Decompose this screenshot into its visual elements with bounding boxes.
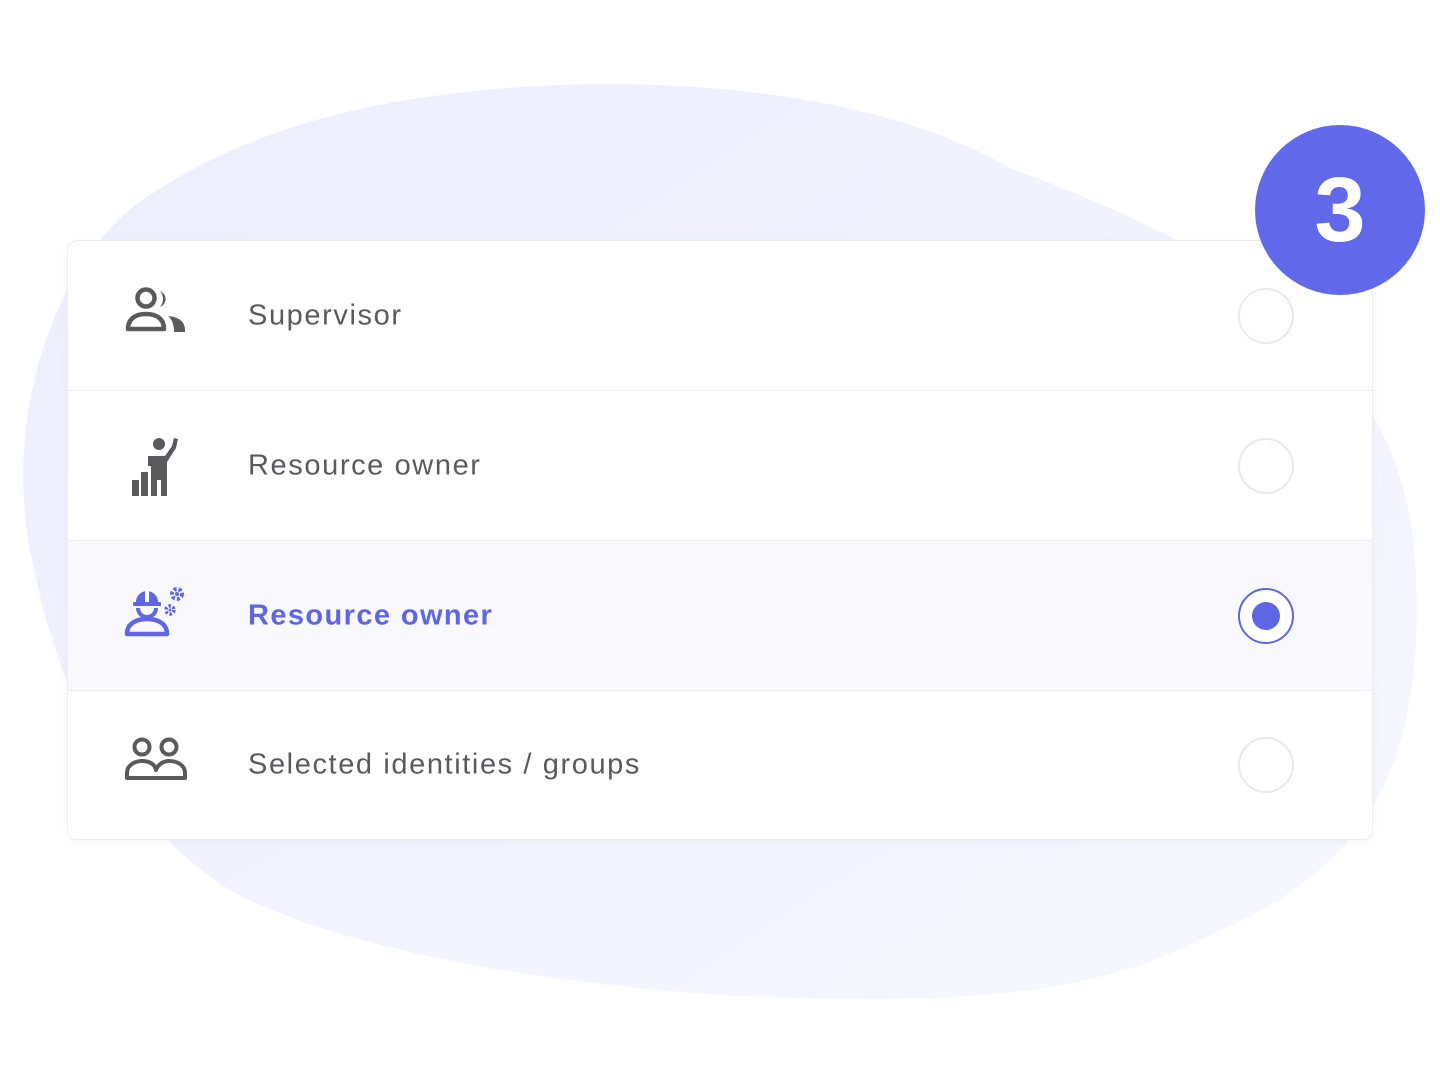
- option-row-resource-owner[interactable]: Resource owner: [68, 391, 1372, 541]
- option-label: Resource owner: [248, 449, 482, 481]
- radio-button-checked[interactable]: [1238, 587, 1294, 644]
- resource-owner-icon: [124, 434, 188, 498]
- option-row-technical-owner[interactable]: Resource owner: [68, 541, 1372, 691]
- radio-button[interactable]: [1238, 287, 1294, 344]
- option-row-selected-identities[interactable]: Selected identities / groups: [68, 691, 1372, 839]
- option-label: Resource owner: [248, 599, 494, 631]
- step-number-badge: 3: [1255, 125, 1425, 295]
- radio-button[interactable]: [1238, 737, 1294, 793]
- option-label: Selected identities / groups: [248, 748, 642, 781]
- supervisor-icon: [124, 284, 188, 348]
- option-label: Supervisor: [248, 299, 403, 331]
- radio-dot: [1252, 601, 1280, 630]
- stage: Supervisor Resource owner Resource owner…: [0, 0, 1440, 1080]
- approver-options-card: Supervisor Resource owner Resource owner…: [67, 240, 1373, 840]
- identities-groups-icon: [124, 733, 188, 797]
- technical-owner-icon: [124, 584, 188, 648]
- option-row-supervisor[interactable]: Supervisor: [68, 241, 1372, 391]
- radio-button[interactable]: [1238, 437, 1294, 494]
